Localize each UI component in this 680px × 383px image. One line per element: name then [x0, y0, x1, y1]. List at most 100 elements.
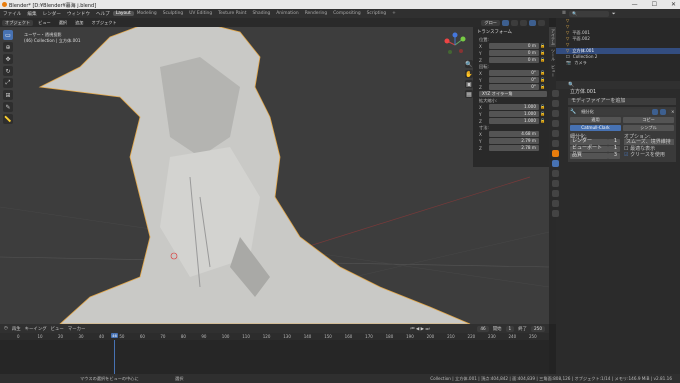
menu-edit[interactable]: 編集: [24, 11, 39, 17]
select-box-icon[interactable]: ▭: [3, 30, 13, 40]
keying-menu[interactable]: キーイング: [25, 326, 47, 332]
close-button[interactable]: ✕: [671, 1, 676, 8]
select-menu[interactable]: 選択: [56, 20, 70, 26]
workspace-tab-animation[interactable]: Animation: [273, 11, 301, 16]
location-y-field[interactable]: 0 m: [489, 50, 539, 56]
viewport-levels-field[interactable]: ビューポート: [570, 146, 608, 152]
overlay-icon[interactable]: [511, 19, 518, 26]
lock-icon[interactable]: 🔓: [539, 77, 547, 83]
solid-shading-icon[interactable]: [529, 19, 536, 26]
move-icon[interactable]: ✥: [3, 54, 13, 64]
workspace-tab-modeling[interactable]: Modeling: [134, 11, 160, 16]
add-modifier-button[interactable]: モディファイアーを追加: [568, 98, 676, 105]
dimension-y-field[interactable]: 2.79 m: [489, 138, 539, 144]
close-icon[interactable]: ×: [668, 109, 675, 115]
timeline-body[interactable]: [0, 340, 549, 374]
workspace-tab-layout[interactable]: Layout: [112, 11, 134, 16]
object-name[interactable]: 立方体.001: [556, 89, 680, 96]
xray-icon[interactable]: [520, 19, 527, 26]
view-menu[interactable]: ビュー: [35, 20, 54, 26]
filter-icon[interactable]: ⏷: [612, 11, 616, 17]
menu-file[interactable]: ファイル: [0, 11, 24, 17]
workspace-tab-sculpting[interactable]: Sculpting: [160, 11, 187, 16]
quality-field[interactable]: 品質: [570, 153, 608, 159]
lock-icon[interactable]: 🔓: [539, 57, 547, 63]
add-menu[interactable]: 追加: [72, 20, 86, 26]
scale-z-field[interactable]: 1.000: [489, 118, 539, 124]
outliner-row[interactable]: 📷 カメラ: [556, 60, 680, 66]
modifier-tab-icon[interactable]: [552, 160, 559, 167]
render-levels-field[interactable]: レンダー: [570, 139, 608, 145]
workspace-tab-compositing[interactable]: Compositing: [330, 11, 364, 16]
render-tab-icon[interactable]: [552, 100, 559, 107]
tab-item[interactable]: アイテム: [549, 27, 556, 47]
scale-y-field[interactable]: 1.000: [489, 111, 539, 117]
search-icon[interactable]: 🔍: [568, 82, 574, 88]
editor-type-icon[interactable]: ◷: [4, 326, 8, 331]
rotation-z-field[interactable]: 0°: [489, 84, 539, 90]
view-layer-tab-icon[interactable]: [552, 120, 559, 127]
rotation-x-field[interactable]: 0°: [489, 70, 539, 76]
world-tab-icon[interactable]: [552, 140, 559, 147]
modifier-name-field[interactable]: 細分化: [578, 109, 650, 115]
playback-controls[interactable]: ⏮ ◀ ▶ ⏭: [411, 326, 430, 332]
rotation-mode-select[interactable]: XYZ オイラー角: [479, 91, 547, 97]
dimension-z-field[interactable]: 2.78 m: [489, 145, 539, 151]
lock-icon[interactable]: 🔓: [539, 50, 547, 56]
physics-tab-icon[interactable]: [552, 180, 559, 187]
scale-icon[interactable]: ⤢: [3, 78, 13, 88]
scale-x-field[interactable]: 1.000: [489, 104, 539, 110]
workspace-add-button[interactable]: +: [389, 11, 399, 16]
current-frame-field[interactable]: 46: [477, 325, 489, 332]
annotate-icon[interactable]: ✎: [3, 102, 13, 112]
lock-icon[interactable]: 🔓: [539, 104, 547, 110]
view-menu[interactable]: ビュー: [51, 326, 64, 332]
quality-value[interactable]: 3: [608, 153, 620, 159]
workspace-tab-rendering[interactable]: Rendering: [302, 11, 330, 16]
tool-tab-icon[interactable]: [552, 90, 559, 97]
output-tab-icon[interactable]: [552, 110, 559, 117]
workspace-tab-scripting[interactable]: Scripting: [364, 11, 390, 16]
location-z-field[interactable]: 0 m: [489, 57, 539, 63]
mode-selector[interactable]: オブジェクト: [2, 19, 34, 26]
minimize-button[interactable]: —: [632, 1, 638, 8]
object-tab-icon[interactable]: [552, 150, 559, 157]
lock-icon[interactable]: 🔓: [539, 43, 547, 49]
location-x-field[interactable]: 0 m: [489, 43, 539, 49]
orientation-selector[interactable]: グロー: [481, 19, 500, 26]
transform-icon[interactable]: ⊞: [3, 90, 13, 100]
frame-ruler[interactable]: 0 10 20 30 40 50 60 70 80 90 100 110 120 130 140 150 160…: [0, 333, 549, 340]
tab-view[interactable]: ビュー: [549, 63, 556, 79]
object-menu[interactable]: オブジェクト: [89, 20, 120, 26]
lock-icon[interactable]: 🔓: [539, 118, 547, 124]
outliner-display-icon[interactable]: ☰: [562, 11, 566, 16]
rotation-y-field[interactable]: 0°: [489, 77, 539, 83]
outliner-search-input[interactable]: 🔍: [568, 10, 609, 17]
uv-smooth-select[interactable]: スムーズ、境界維持: [624, 139, 674, 145]
lock-icon[interactable]: 🔓: [539, 84, 547, 90]
workspace-tab-texture[interactable]: Texture Paint: [215, 11, 249, 16]
workspace-tab-uv[interactable]: UV Editing: [186, 11, 215, 16]
render-levels-value[interactable]: 1: [608, 139, 620, 145]
marker-menu[interactable]: マーカー: [68, 326, 86, 332]
constraints-tab-icon[interactable]: [552, 190, 559, 197]
cursor-icon[interactable]: ⊕: [3, 42, 13, 52]
transform-header[interactable]: トランスフォーム: [473, 27, 549, 37]
apply-button[interactable]: 適用: [570, 117, 621, 123]
use-crease-checkbox[interactable]: ☑ クリースを使用: [624, 152, 674, 158]
menu-help[interactable]: ヘルプ: [93, 11, 113, 17]
viewport-levels-value[interactable]: 1: [608, 146, 620, 152]
particles-tab-icon[interactable]: [552, 170, 559, 177]
playhead[interactable]: 46: [111, 333, 118, 338]
workspace-tab-shading[interactable]: Shading: [249, 11, 273, 16]
navigation-gizmo[interactable]: [441, 31, 469, 59]
material-shading-icon[interactable]: [538, 19, 545, 26]
render-visibility-icon[interactable]: [660, 109, 666, 115]
material-tab-icon[interactable]: [552, 210, 559, 217]
data-tab-icon[interactable]: [552, 200, 559, 207]
scene-tab-icon[interactable]: [552, 130, 559, 137]
pan-hand-icon[interactable]: ✋: [465, 70, 473, 78]
perspective-grid-icon[interactable]: ▦: [465, 90, 473, 98]
playback-menu[interactable]: 再生: [12, 326, 21, 332]
camera-view-icon[interactable]: ▣: [465, 80, 473, 88]
